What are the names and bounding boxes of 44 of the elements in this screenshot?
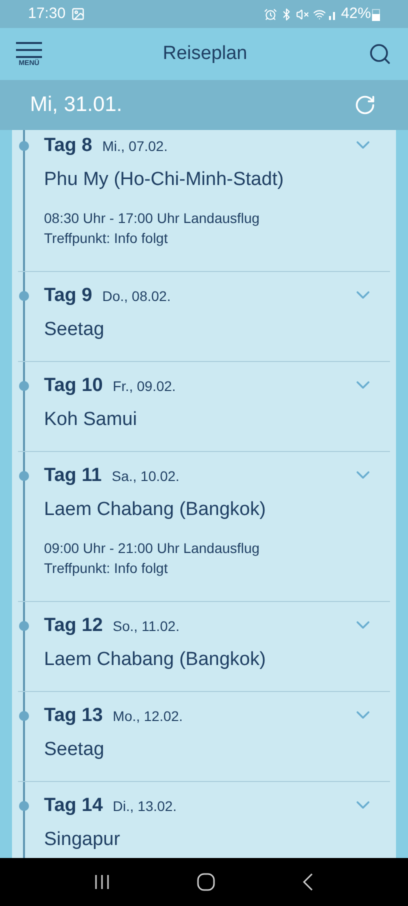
day-item[interactable]: Tag 13 Mo., 12.02. Seetag bbox=[12, 692, 396, 782]
battery-level: 42% bbox=[340, 4, 371, 24]
port-name: Laem Chabang (Bangkok) bbox=[44, 648, 267, 672]
recent-apps-icon[interactable] bbox=[94, 874, 110, 890]
day-number: Tag 9 bbox=[44, 284, 92, 308]
excursion-info: Treffpunkt: Info folgt bbox=[44, 559, 169, 578]
day-date: Fr., 09.02. bbox=[112, 377, 176, 396]
home-icon[interactable] bbox=[196, 873, 215, 891]
day-number: Tag 11 bbox=[44, 464, 102, 488]
port-name: Laem Chabang (Bangkok) bbox=[44, 498, 267, 522]
back-icon[interactable] bbox=[302, 873, 314, 891]
current-date: Mi, 31.01. bbox=[30, 92, 124, 118]
day-item[interactable]: Tag 8 Mi., 07.02. Phu My (Ho-Chi-Minh-Stadt) 08:30 Uhr - 17:00 Uhr Landausflug Treffpunkt: Info folgt bbox=[12, 130, 396, 272]
image-icon bbox=[70, 7, 85, 21]
port-name: Seetag bbox=[44, 318, 106, 342]
port-name: Seetag bbox=[44, 738, 106, 762]
port-name: Singapur bbox=[44, 828, 122, 852]
port-name: Koh Samui bbox=[44, 408, 138, 432]
day-date: Mi., 07.02. bbox=[102, 137, 168, 156]
alarm-icon bbox=[264, 8, 277, 20]
wifi-icon bbox=[312, 8, 326, 20]
day-date: Sa., 10.02. bbox=[112, 467, 180, 486]
status-time: 17:30 bbox=[28, 4, 66, 24]
day-item[interactable]: Tag 10 Fr., 09.02. Koh Samui bbox=[12, 362, 396, 452]
day-item[interactable]: Tag 12 So., 11.02. Laem Chabang (Bangkok) bbox=[12, 602, 396, 692]
menu-icon bbox=[16, 42, 42, 58]
day-item[interactable]: Tag 9 Do., 08.02. Seetag bbox=[12, 272, 396, 362]
mute-icon bbox=[296, 8, 309, 20]
excursion-info: Treffpunkt: Info folgt bbox=[44, 229, 169, 248]
battery-icon bbox=[372, 8, 380, 20]
day-number: Tag 13 bbox=[44, 704, 103, 728]
day-date: Do., 08.02. bbox=[102, 287, 171, 306]
day-date: Di., 13.02. bbox=[112, 797, 177, 816]
port-name: Phu My (Ho-Chi-Minh-Stadt) bbox=[44, 168, 285, 192]
page-title: Reiseplan bbox=[162, 42, 248, 66]
day-date: So., 11.02. bbox=[112, 617, 180, 636]
excursion-info: 08:30 Uhr - 17:00 Uhr Landausflug bbox=[44, 209, 261, 228]
excursion-info: 09:00 Uhr - 21:00 Uhr Landausflug bbox=[44, 539, 261, 558]
day-number: Tag 12 bbox=[44, 614, 103, 638]
day-item[interactable]: Tag 11 Sa., 10.02. Laem Chabang (Bangkok) 09:00 Uhr - 21:00 Uhr Landausflug Treffpunkt: Info folgt bbox=[12, 452, 396, 602]
day-number: Tag 10 bbox=[44, 374, 103, 398]
day-number: Tag 14 bbox=[44, 794, 103, 818]
day-number: Tag 8 bbox=[44, 134, 92, 158]
day-date: Mo., 12.02. bbox=[112, 707, 183, 726]
